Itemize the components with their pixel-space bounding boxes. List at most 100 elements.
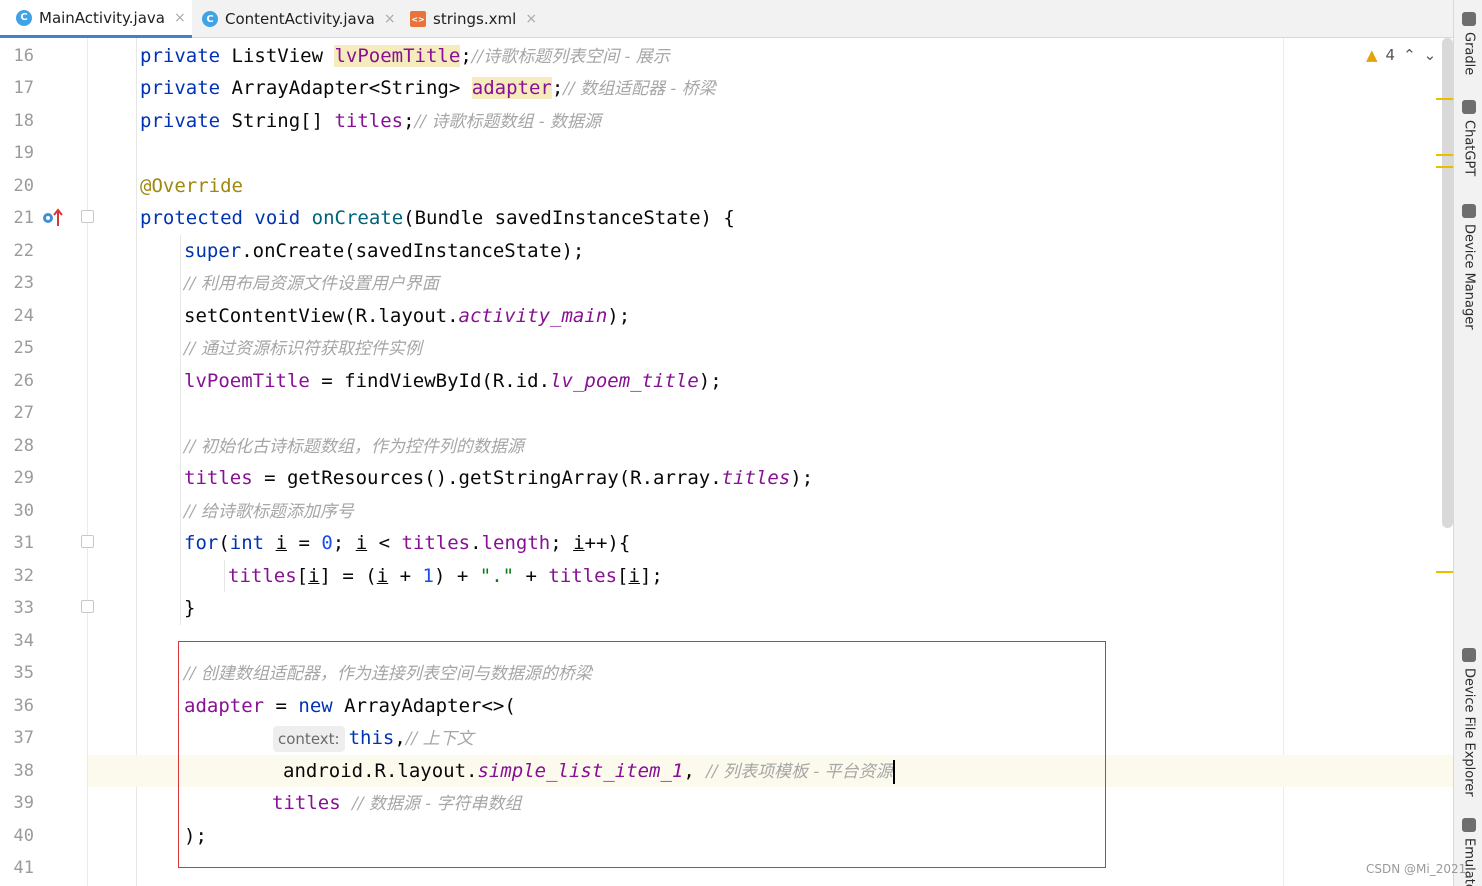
line-number: 41	[13, 858, 34, 878]
code-line-17[interactable]: private ArrayAdapter<String> adapter;// …	[88, 72, 1453, 104]
code-comment: // 创建数组适配器，作为连接列表空间与数据源的桥梁	[184, 664, 592, 684]
line-number-gutter[interactable]: 16 17 18 19 20 21 22 23 24 25 26 27 28 2…	[0, 38, 94, 886]
punctuation: .	[470, 532, 482, 554]
chevron-up-icon[interactable]: ⌃	[1403, 46, 1416, 64]
keyword: void	[254, 207, 301, 229]
keyword: for	[184, 532, 219, 554]
code-line-40[interactable]: );	[88, 820, 1453, 852]
code-text: android.R.layout.	[283, 760, 478, 782]
line-number: 27	[13, 403, 34, 423]
type-name: ListView	[220, 45, 335, 67]
code-comment: // 给诗歌标题添加序号	[184, 502, 354, 522]
code-line-31[interactable]: for(int i = 0; i < titles.length; i++){	[88, 527, 1453, 559]
scroll-mark[interactable]	[1436, 154, 1453, 156]
code-line-30[interactable]: // 给诗歌标题添加序号	[88, 495, 1453, 527]
code-line-37[interactable]: context: this,// 上下文	[88, 722, 1453, 754]
loop-variable: i	[376, 565, 389, 587]
field-name: titles	[184, 467, 253, 489]
line-number: 20	[13, 176, 34, 196]
code-text: );	[698, 370, 722, 392]
line-number: 25	[13, 338, 34, 358]
code-text: );	[607, 305, 631, 327]
type-name: String[]	[220, 110, 335, 132]
code-comment: // 数据源 - 字符串数组	[352, 794, 522, 814]
number-literal: 1	[422, 565, 434, 587]
punctuation: (	[218, 532, 230, 554]
java-class-icon: C	[16, 9, 32, 26]
scroll-mark[interactable]	[1436, 166, 1453, 168]
editor-tab-bar: C MainActivity.java × C ContentActivity.…	[0, 0, 1453, 38]
line-number: 24	[13, 306, 34, 326]
code-text: );	[790, 467, 814, 489]
tool-label: Device File Explorer	[1461, 668, 1477, 797]
code-line-20[interactable]: @Override	[88, 170, 1453, 202]
punctuation: ,	[394, 727, 406, 749]
tool-label: Gradle	[1461, 32, 1477, 76]
tab-label: strings.xml	[433, 10, 517, 28]
type-name: ArrayAdapter<String>	[220, 77, 472, 99]
line-number: 16	[13, 46, 34, 66]
tool-device-file-explorer[interactable]: Device File Explorer	[1458, 648, 1480, 797]
code-text: .onCreate(savedInstanceState);	[241, 240, 585, 262]
chatgpt-icon	[1462, 100, 1476, 114]
tool-device-manager[interactable]: Device Manager	[1458, 204, 1480, 330]
code-comment: // 通过资源标识符获取控件实例	[184, 339, 422, 359]
tool-chatgpt[interactable]: ChatGPT	[1458, 100, 1480, 176]
scroll-mark[interactable]	[1436, 98, 1453, 100]
device-file-explorer-icon	[1462, 648, 1476, 662]
tool-label: ChatGPT	[1461, 120, 1477, 177]
code-line-32[interactable]: titles[i] = (i + 1) + "." + titles[i];	[88, 560, 1453, 592]
inspection-widget[interactable]: ▲ 4 ⌃ ⌄	[1366, 46, 1436, 64]
code-line-38[interactable]: android.R.layout.simple_list_item_1, // …	[88, 755, 1453, 787]
field-name: adapter	[471, 77, 552, 99]
code-line-21[interactable]: protected void onCreate(Bundle savedInst…	[88, 202, 1453, 234]
code-editor[interactable]: 16 17 18 19 20 21 22 23 24 25 26 27 28 2…	[0, 38, 1453, 886]
vertical-scrollbar[interactable]	[1442, 38, 1453, 528]
loop-variable: i	[573, 532, 585, 554]
code-line-22[interactable]: super.onCreate(savedInstanceState);	[88, 235, 1453, 267]
resource-id: lv_poem_title	[550, 370, 699, 392]
code-line-29[interactable]: titles = getResources().getStringArray(R…	[88, 462, 1453, 494]
code-text: );	[184, 825, 207, 847]
code-line-25[interactable]: // 通过资源标识符获取控件实例	[88, 332, 1453, 364]
code-area[interactable]: private ListView lvPoemTitle;//诗歌标题列表空间 …	[88, 38, 1453, 886]
tool-gradle[interactable]: Gradle	[1458, 12, 1480, 75]
punctuation: ;	[332, 532, 356, 554]
code-line-26[interactable]: lvPoemTitle = findViewById(R.id.lv_poem_…	[88, 365, 1453, 397]
code-comment: // 列表项模板 - 平台资源	[706, 762, 893, 782]
line-number: 28	[13, 436, 34, 456]
close-icon[interactable]: ×	[525, 11, 537, 27]
line-number: 21	[13, 208, 34, 228]
code-line-18[interactable]: private String[] titles;// 诗歌标题数组 - 数据源	[88, 105, 1453, 137]
punctuation: ];	[639, 565, 663, 587]
tab-label: ContentActivity.java	[225, 10, 375, 28]
line-number: 32	[13, 566, 34, 586]
override-method-icon[interactable]	[42, 208, 64, 228]
tab-main-activity[interactable]: C MainActivity.java ×	[0, 0, 192, 38]
scroll-mark[interactable]	[1436, 571, 1453, 573]
code-line-33[interactable]: }	[88, 592, 1453, 624]
line-number: 19	[13, 143, 34, 163]
tool-label: Device Manager	[1461, 224, 1477, 330]
code-line-23[interactable]: // 利用布局资源文件设置用户界面	[88, 267, 1453, 299]
tab-content-activity[interactable]: C ContentActivity.java ×	[186, 0, 396, 38]
field-name: titles	[401, 532, 471, 554]
tab-strings-xml[interactable]: <> strings.xml ×	[394, 0, 544, 38]
code-line-24[interactable]: setContentView(R.layout.activity_main);	[88, 300, 1453, 332]
line-number: 36	[13, 696, 34, 716]
code-text: (Bundle savedInstanceState) {	[403, 207, 735, 229]
field-name: lvPoemTitle	[184, 370, 310, 392]
punctuation: ) +	[433, 565, 480, 587]
chevron-down-icon[interactable]: ⌄	[1424, 46, 1437, 64]
code-line-36[interactable]: adapter = new ArrayAdapter<>(	[88, 690, 1453, 722]
code-line-35[interactable]: // 创建数组适配器，作为连接列表空间与数据源的桥梁	[88, 657, 1453, 689]
code-comment: // 诗歌标题数组 - 数据源	[414, 112, 601, 132]
keyword: private	[140, 110, 221, 132]
punctuation: [	[617, 565, 629, 587]
close-icon[interactable]: ×	[174, 10, 186, 26]
text-caret	[892, 759, 895, 784]
code-line-28[interactable]: // 初始化古诗标题数组，作为控件列的数据源	[88, 430, 1453, 462]
code-line-39[interactable]: titles // 数据源 - 字符串数组	[88, 787, 1453, 819]
code-line-16[interactable]: private ListView lvPoemTitle;//诗歌标题列表空间 …	[88, 40, 1453, 72]
line-number: 23	[13, 273, 34, 293]
